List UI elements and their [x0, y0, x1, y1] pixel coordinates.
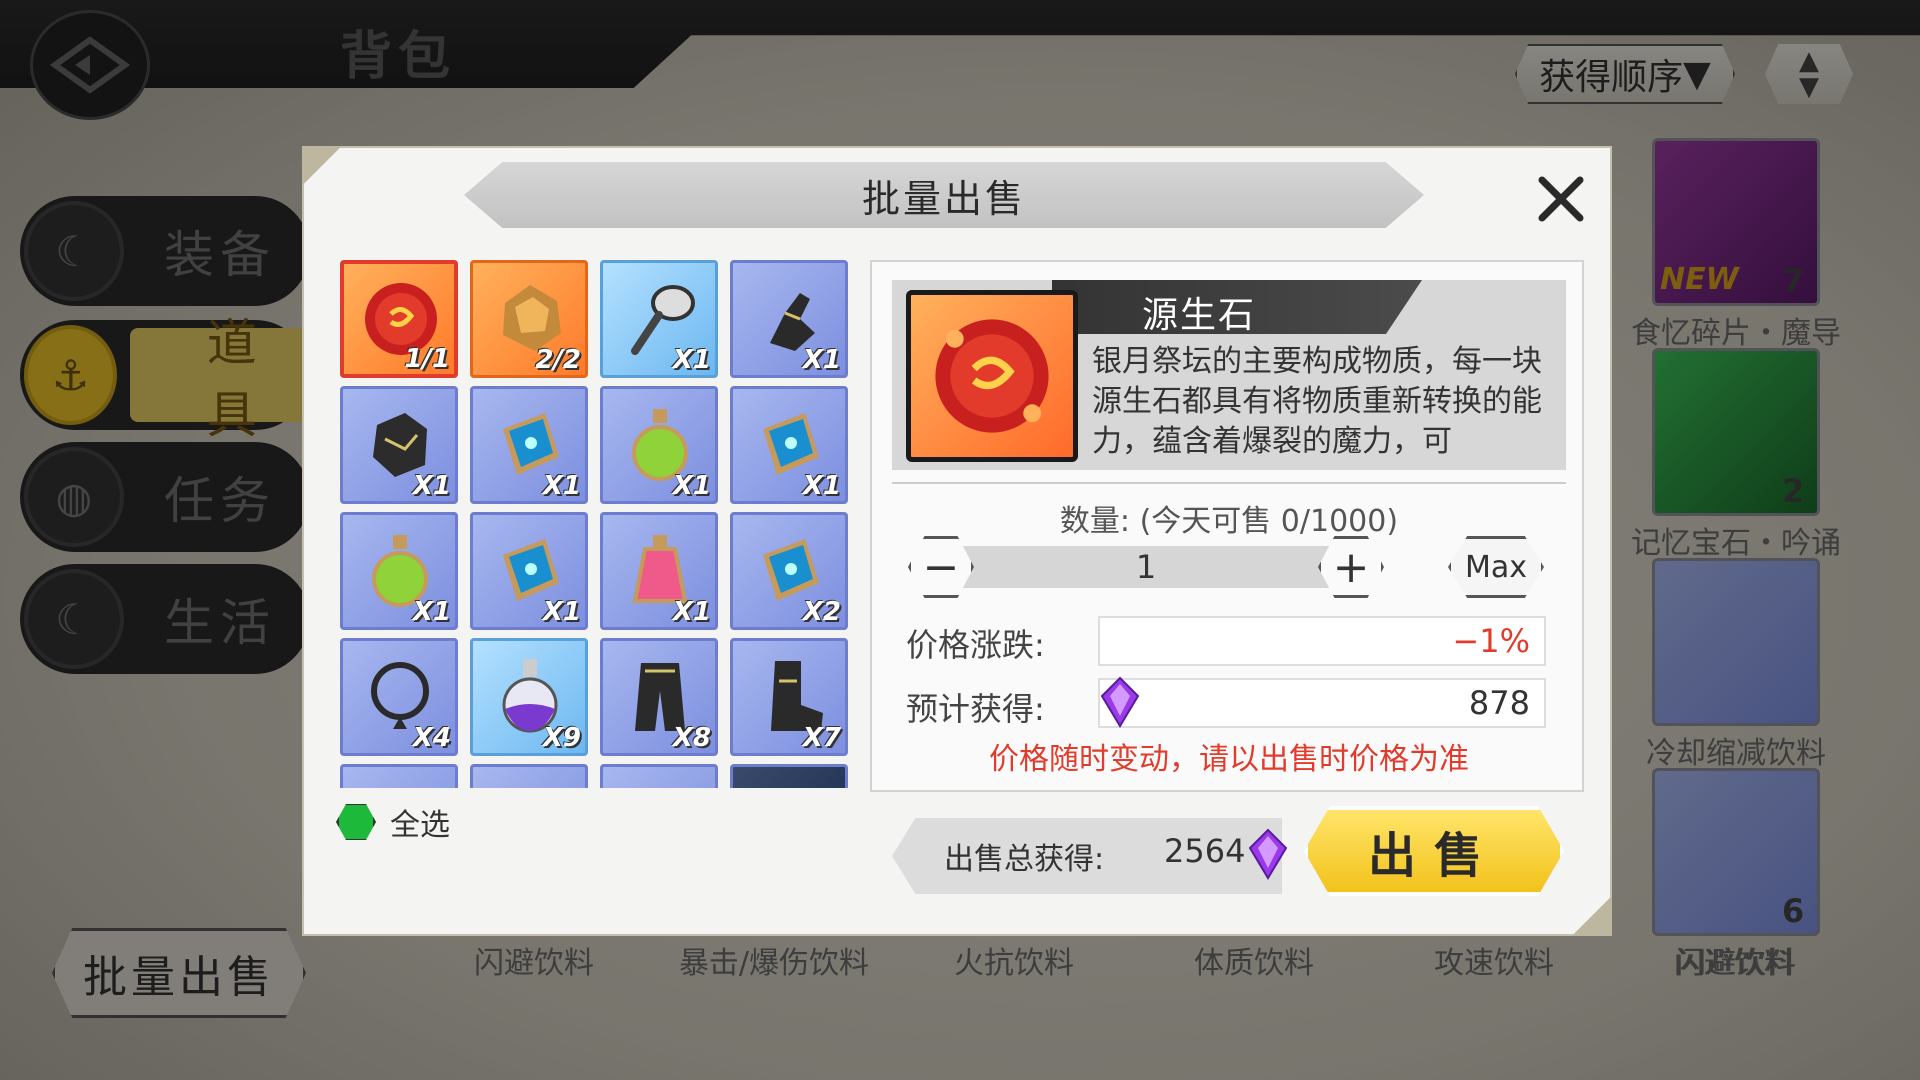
item-quantity: X1	[542, 597, 581, 627]
corner-decoration	[1572, 896, 1612, 936]
item-slot[interactable]: 1/1	[340, 260, 458, 378]
divider	[892, 482, 1566, 484]
item-quantity: X1	[672, 471, 711, 501]
item-slot[interactable]: X1	[600, 512, 718, 630]
batch-sell-dialog: 批量出售 1/1 2/2 X1 X1 X1 X1 X1 X1 X1 X1 X1 …	[302, 146, 1612, 936]
red-orb-icon	[935, 319, 1049, 433]
item-slot[interactable]: X2	[730, 512, 848, 630]
item-slot[interactable]	[730, 764, 848, 788]
max-button[interactable]: Max	[1448, 536, 1544, 598]
dialog-header: 批量出售	[464, 162, 1424, 228]
item-quantity: X2	[802, 597, 841, 627]
item-quantity: X9	[542, 723, 581, 753]
price-notice: 价格随时变动，请以出售时价格为准	[989, 742, 1469, 777]
item-quantity: X8	[672, 723, 711, 753]
item-quantity: X1	[412, 471, 451, 501]
item-slot[interactable]: X1	[600, 260, 718, 378]
item-image	[906, 290, 1078, 462]
item-slot[interactable]: X1	[470, 512, 588, 630]
select-all-label: 全选	[390, 808, 450, 843]
total-value: 2564	[1164, 832, 1246, 870]
item-quantity: X1	[672, 345, 711, 375]
price-change-label: 价格涨跌:	[906, 626, 1045, 664]
item-quantity: X1	[802, 471, 841, 501]
item-slot[interactable]: X7	[730, 638, 848, 756]
item-slot[interactable]: X1	[600, 386, 718, 504]
item-slot[interactable]: X8	[600, 638, 718, 756]
corner-decoration	[302, 146, 342, 186]
quantity-stepper: − 1 +	[908, 536, 1384, 598]
total-label: 出售总获得:	[944, 842, 1105, 877]
item-slot[interactable]: 2/2	[470, 260, 588, 378]
select-all-toggle[interactable]: 全选	[336, 800, 450, 844]
item-description: 银月祭坛的主要构成物质，每一块源生石都具有将物质重新转换的能力，蕴含着爆裂的魔力…	[1092, 344, 1542, 459]
close-icon	[1538, 176, 1584, 222]
item-slot[interactable]: X9	[470, 638, 588, 756]
item-quantity: X1	[412, 597, 451, 627]
item-slot[interactable]: X4	[340, 638, 458, 756]
item-slot[interactable]: X1	[340, 386, 458, 504]
item-slot[interactable]: X1	[730, 386, 848, 504]
item-grid[interactable]: 1/1 2/2 X1 X1 X1 X1 X1 X1 X1 X1 X1 X2 X4…	[340, 260, 854, 788]
price-change-value: −1%	[1098, 616, 1546, 666]
sell-button[interactable]: 出售	[1304, 806, 1564, 896]
item-quantity: X1	[672, 597, 711, 627]
item-quantity: 2/2	[535, 345, 581, 375]
select-all-checkbox[interactable]	[336, 804, 376, 840]
item-quantity: X4	[412, 723, 451, 753]
item-detail-header: 源生石 银月祭坛的主要构成物质，每一块源生石都具有将物质重新转换的能力，蕴含着爆…	[892, 280, 1566, 470]
item-slot[interactable]: X1	[470, 386, 588, 504]
item-detail-panel: 源生石 银月祭坛的主要构成物质，每一块源生石都具有将物质重新转换的能力，蕴含着爆…	[870, 260, 1584, 792]
item-slot[interactable]	[600, 764, 718, 788]
item-quantity: X7	[802, 723, 841, 753]
quantity-value: 1	[1135, 548, 1157, 586]
item-quantity: X1	[802, 345, 841, 375]
purple-gem-icon	[1100, 676, 1140, 728]
dialog-title: 批量出售	[861, 176, 1026, 221]
expected-gain-label: 预计获得:	[906, 690, 1045, 728]
item-name: 源生石	[1142, 295, 1257, 336]
item-slot[interactable]: X1	[730, 260, 848, 378]
expected-gain-value: 878	[1098, 678, 1546, 728]
item-slot[interactable]: X1	[340, 512, 458, 630]
item-quantity: X1	[542, 471, 581, 501]
close-button[interactable]	[1532, 170, 1590, 228]
purple-gem-icon	[1248, 828, 1288, 880]
item-name-bar	[1052, 280, 1566, 334]
quantity-label: 数量: (今天可售 0/1000)	[1059, 504, 1399, 539]
item-slot[interactable]	[470, 764, 588, 788]
item-slot[interactable]	[340, 764, 458, 788]
item-quantity: 1/1	[404, 344, 450, 374]
